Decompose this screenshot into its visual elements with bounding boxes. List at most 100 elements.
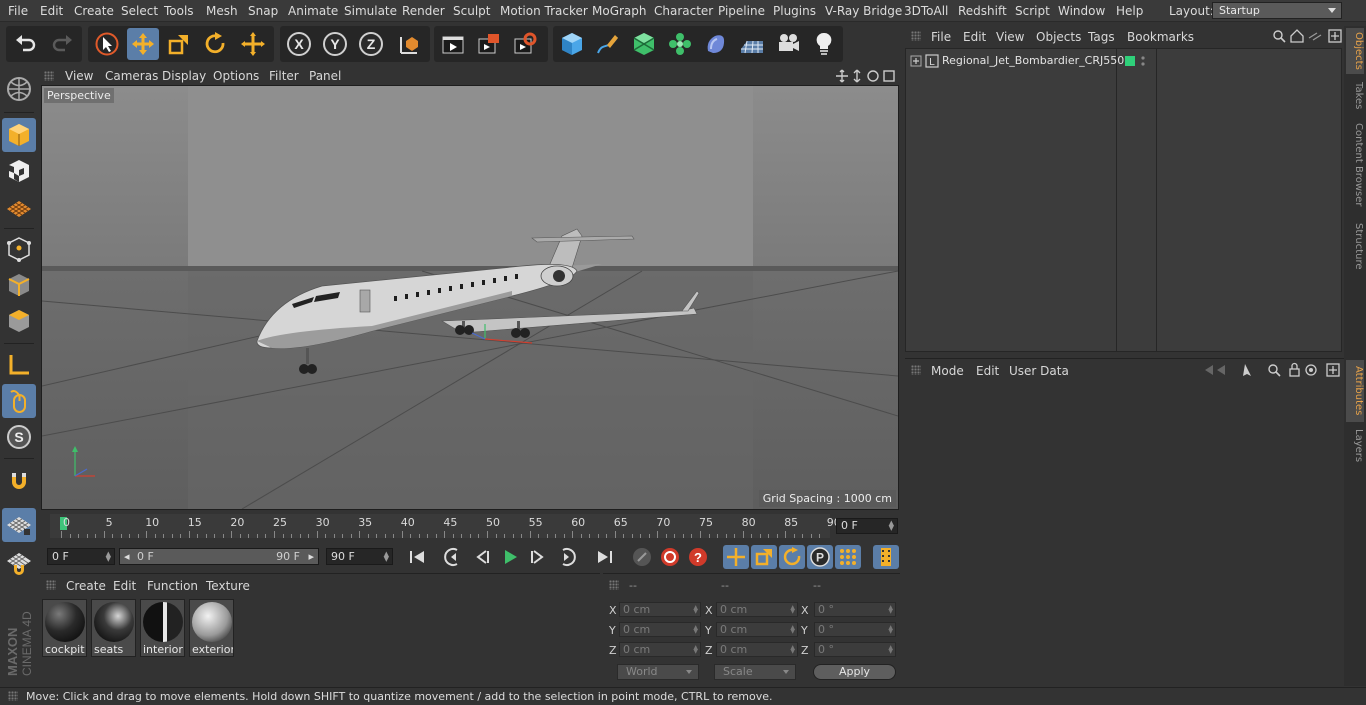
mograph-cloner-icon[interactable]: [664, 28, 696, 60]
material-seats[interactable]: seats: [91, 599, 136, 657]
tab-takes[interactable]: Takes: [1346, 78, 1364, 114]
rotation-p-field[interactable]: 0 ° ▲ ▼: [814, 622, 896, 637]
size-z-field[interactable]: 0 cm ▲ ▼: [716, 642, 798, 657]
move-icon[interactable]: [127, 28, 159, 60]
object-menu-view[interactable]: View: [996, 30, 1024, 44]
key-pla-button[interactable]: [835, 545, 861, 569]
snap-lock-icon[interactable]: [2, 546, 36, 580]
timeline-window-button[interactable]: [873, 545, 899, 569]
menu-pipeline[interactable]: Pipeline: [718, 4, 765, 18]
spin-arrows-icon[interactable]: ▲ ▼: [888, 605, 893, 615]
object-manager-list[interactable]: L Regional_Jet_Bombardier_CRJ550: [905, 48, 1342, 352]
menu-window[interactable]: Window: [1058, 4, 1105, 18]
panel-grip-icon[interactable]: [44, 71, 54, 81]
frame-range-slider[interactable]: ◂ 0 F 90 F ▸: [119, 548, 319, 565]
spin-arrows-icon[interactable]: ▲ ▼: [384, 551, 389, 563]
object-menu-edit[interactable]: Edit: [963, 30, 986, 44]
x-axis-icon[interactable]: X: [283, 28, 315, 60]
material-cockpit[interactable]: cockpit: [42, 599, 87, 657]
menu-snap[interactable]: Snap: [248, 4, 278, 18]
subdivision-icon[interactable]: [628, 28, 660, 60]
object-manager-tool-icons[interactable]: [1272, 29, 1342, 43]
spin-arrows-icon[interactable]: ▲ ▼: [888, 645, 893, 655]
live-select-icon[interactable]: [237, 28, 269, 60]
edges-mode-icon[interactable]: [2, 268, 36, 302]
viewport-nav-icons[interactable]: [835, 69, 897, 83]
spin-arrows-icon[interactable]: ▲ ▼: [889, 520, 894, 532]
record-keys-button[interactable]: [657, 545, 683, 569]
cube-primitive-icon[interactable]: [556, 28, 588, 60]
tab-objects[interactable]: Objects: [1346, 28, 1364, 74]
object-menu-tags[interactable]: Tags: [1088, 30, 1115, 44]
spin-arrows-icon[interactable]: ▲ ▼: [693, 645, 698, 655]
menu-vray-bridge[interactable]: V-Ray Bridge: [825, 4, 902, 18]
prev-frame-button[interactable]: [469, 545, 495, 569]
polygons-mode-icon[interactable]: [2, 304, 36, 338]
camera-icon[interactable]: [772, 28, 804, 60]
rotate-icon[interactable]: [199, 28, 231, 60]
play-button[interactable]: [497, 545, 523, 569]
apply-button[interactable]: Apply: [813, 664, 896, 680]
spin-arrows-icon[interactable]: ▲ ▼: [790, 625, 795, 635]
undo-icon[interactable]: [10, 28, 42, 60]
rotation-b-field[interactable]: 0 ° ▲ ▼: [814, 642, 896, 657]
viewport-menu-panel[interactable]: Panel: [309, 69, 341, 83]
pen-spline-icon[interactable]: [592, 28, 624, 60]
panel-grip-icon[interactable]: [911, 365, 921, 375]
viewport-camera-label[interactable]: Perspective: [44, 88, 114, 103]
menu-script[interactable]: Script: [1015, 4, 1050, 18]
spin-arrows-icon[interactable]: ▲ ▼: [693, 625, 698, 635]
position-z-field[interactable]: 0 cm ▲ ▼: [619, 642, 701, 657]
deformer-icon[interactable]: [700, 28, 732, 60]
material-menu-edit[interactable]: Edit: [113, 579, 136, 593]
menu-redshift[interactable]: Redshift: [958, 4, 1007, 18]
key-scale-button[interactable]: [751, 545, 777, 569]
spin-arrows-icon[interactable]: ▲ ▼: [106, 551, 111, 563]
axis-mode-icon[interactable]: [2, 348, 36, 382]
solo-icon[interactable]: S: [2, 420, 36, 454]
tab-attributes[interactable]: Attributes: [1346, 360, 1364, 422]
points-mode-icon[interactable]: [2, 232, 36, 266]
attribute-menu-mode[interactable]: Mode: [931, 364, 964, 378]
menu-help[interactable]: Help: [1116, 4, 1143, 18]
menu-file[interactable]: File: [8, 4, 28, 18]
render-view-icon[interactable]: [437, 28, 469, 60]
visibility-dots-icon[interactable]: [1140, 55, 1146, 67]
goto-start-button[interactable]: [404, 545, 430, 569]
menu-mograph[interactable]: MoGraph: [592, 4, 647, 18]
3d-viewport[interactable]: Perspective Grid Spacing : 1000 cm: [41, 85, 899, 510]
next-key-button[interactable]: [553, 545, 579, 569]
attribute-menu-user-data[interactable]: User Data: [1009, 364, 1069, 378]
viewport-menu-filter[interactable]: Filter: [269, 69, 299, 83]
render-settings-icon[interactable]: [509, 28, 541, 60]
menu-edit[interactable]: Edit: [40, 4, 63, 18]
panel-grip-icon[interactable]: [911, 31, 921, 41]
autokey-help-button[interactable]: ?: [685, 545, 711, 569]
timeline-ruler[interactable]: 0 5 10 15 20 25 30 35 40 45 50 55 60 65 70 75 80 85 90: [50, 514, 841, 538]
panel-grip-icon[interactable]: [46, 580, 56, 590]
workplane-icon[interactable]: [2, 190, 36, 224]
object-menu-file[interactable]: File: [931, 30, 951, 44]
select-arrow-icon[interactable]: [91, 28, 123, 60]
viewport-menu-cameras[interactable]: Cameras: [105, 69, 158, 83]
spin-arrows-icon[interactable]: ▲ ▼: [888, 625, 893, 635]
menu-tools[interactable]: Tools: [164, 4, 194, 18]
prev-key-button[interactable]: [441, 545, 467, 569]
make-editable-icon[interactable]: [2, 72, 36, 106]
range-left-arrow-icon[interactable]: ◂: [124, 549, 130, 564]
z-axis-icon[interactable]: Z: [355, 28, 387, 60]
panel-grip-icon[interactable]: [609, 580, 619, 590]
magnet-icon[interactable]: [2, 464, 36, 498]
menu-simulate[interactable]: Simulate: [344, 4, 397, 18]
scale-icon[interactable]: [163, 28, 195, 60]
panel-grip-icon[interactable]: [8, 691, 18, 701]
menu-motion-tracker[interactable]: Motion Tracker: [500, 4, 588, 18]
light-icon[interactable]: [808, 28, 840, 60]
next-frame-button[interactable]: [525, 545, 551, 569]
viewport-menu-view[interactable]: View: [65, 69, 93, 83]
object-name[interactable]: Regional_Jet_Bombardier_CRJ550: [942, 54, 1124, 67]
size-x-field[interactable]: 0 cm ▲ ▼: [716, 602, 798, 617]
coordinate-system-icon[interactable]: [393, 28, 425, 60]
menu-animate[interactable]: Animate: [288, 4, 338, 18]
rotation-h-field[interactable]: 0 ° ▲ ▼: [814, 602, 896, 617]
